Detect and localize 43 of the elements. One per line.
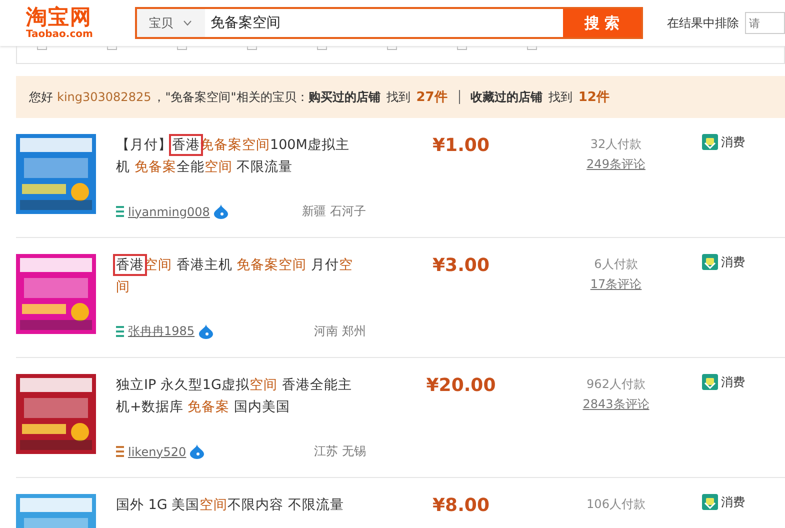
- seller-link[interactable]: liyanming008: [128, 204, 210, 218]
- product-title[interactable]: 独立IP 永久型1G虚拟空间 香港全能主机+数据库 免备案 国内美国: [116, 374, 361, 418]
- sales-count: 962人付款: [586, 376, 646, 393]
- shop-filter-label[interactable]: 购买过的店铺: [308, 88, 380, 106]
- logo-subtitle[interactable]: Taobao.com: [26, 29, 93, 41]
- product-title[interactable]: 国外 1G 美国空间不限内容 不限流量: [116, 494, 361, 516]
- chevron-down-icon: [183, 20, 192, 26]
- shop-filter-label[interactable]: 收藏过的店铺: [470, 88, 542, 106]
- badge-label: 消费: [721, 494, 745, 511]
- sales-count: 32人付款: [590, 136, 642, 153]
- location-text: 新疆 石河子: [302, 203, 366, 220]
- logo[interactable]: 淘宝网: [26, 5, 92, 29]
- found-label: 找到: [386, 88, 410, 106]
- search-button[interactable]: 搜 索: [563, 9, 641, 37]
- location-text: 河南 郑州: [314, 323, 366, 340]
- price: ¥20.00: [425, 374, 497, 398]
- notice-text: 您好: [29, 88, 53, 106]
- found-label: 找到: [548, 88, 572, 106]
- chat-icon[interactable]: [190, 444, 204, 459]
- notice-text: ，"免备案空间"相关的宝贝：: [153, 88, 308, 106]
- search-field[interactable]: 宝贝 免备案空间 搜 索: [134, 7, 643, 39]
- price: ¥3.00: [432, 254, 490, 278]
- badge-label: 消费: [721, 134, 745, 151]
- seller-link[interactable]: likeny520: [128, 444, 186, 458]
- sales-count: 106人付款: [586, 496, 646, 513]
- reviews-link[interactable]: 2843条评论: [582, 394, 650, 414]
- result-count: 12件: [578, 89, 610, 106]
- chat-icon[interactable]: [214, 204, 228, 219]
- location-text: 江苏 无锡: [314, 443, 366, 460]
- badge-label: 消费: [721, 254, 745, 271]
- result-count: 27件: [416, 89, 448, 106]
- reviews-link[interactable]: 249条评论: [586, 154, 646, 174]
- chat-icon[interactable]: [198, 324, 213, 339]
- exclude-label: 在结果中排除: [667, 14, 739, 32]
- user-link[interactable]: king303082825: [57, 90, 152, 104]
- sales-count: 6人付款: [594, 256, 638, 273]
- seller-link[interactable]: 张冉冉1985: [128, 323, 195, 340]
- category-dropdown[interactable]: 宝贝: [136, 9, 205, 37]
- reviews-link[interactable]: 17条评论: [590, 274, 642, 294]
- price: ¥8.00: [432, 494, 490, 518]
- price: ¥1.00: [432, 134, 490, 158]
- badge-label: 消费: [721, 374, 745, 391]
- exclude-field[interactable]: 请: [745, 12, 785, 34]
